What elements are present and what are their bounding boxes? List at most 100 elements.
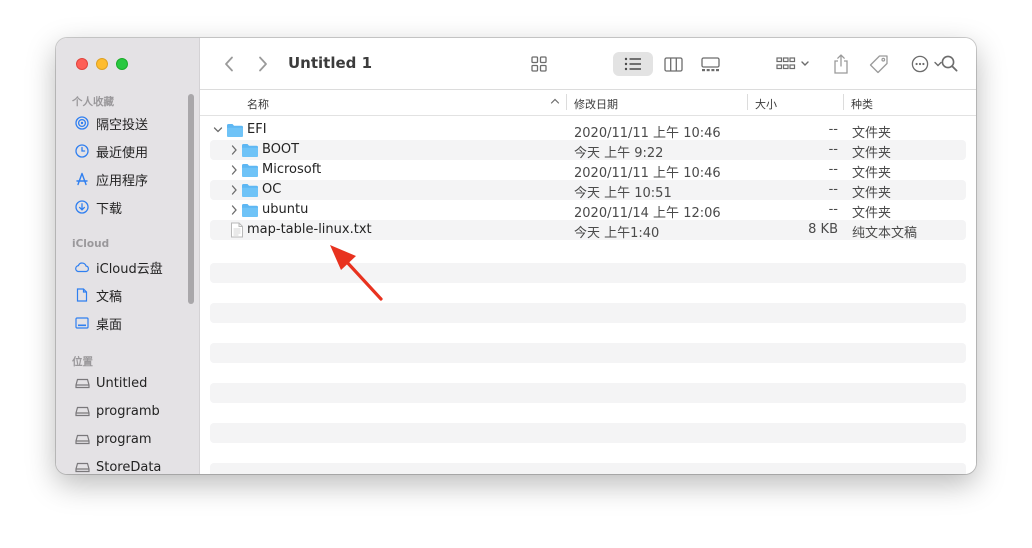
sidebar-item-storedata[interactable]: StoreData [74,457,194,474]
empty-row-stripe [210,303,966,323]
gallery-icon [700,56,720,71]
file-name: map-table-linux.txt [247,222,372,237]
minimize-button[interactable] [96,58,108,70]
file-name: OC [262,182,282,197]
folder-icon [242,164,258,177]
sidebar-item-label: 桌面 [96,317,123,333]
chevron-right-icon [259,56,267,72]
sidebar-item-untitled[interactable]: Untitled [74,373,194,393]
file-kind: 纯文本文稿 [852,226,918,241]
column-view-button[interactable] [660,52,686,76]
file-list: EFI 2020/11/11 上午 10:46 -- 文件夹 BOOT 今天 上… [210,120,966,241]
back-button[interactable] [220,52,238,76]
file-row-boot[interactable]: BOOT 今天 上午 9:22 -- 文件夹 [210,140,966,161]
file-row-microsoft[interactable]: Microsoft 2020/11/11 上午 10:46 -- 文件夹 [210,160,966,181]
grid-icon [531,56,547,72]
disk-icon [74,459,90,474]
tags-button[interactable] [868,52,890,76]
chevron-right-icon[interactable] [229,203,239,217]
sidebar-item-label: StoreData [96,459,162,475]
sidebar-item-label: Untitled [96,375,148,391]
sidebar-item-program[interactable]: program [74,429,194,449]
sidebar-item-applications[interactable]: 应用程序 [74,169,194,189]
icon-view-button[interactable] [526,52,552,76]
chevron-right-icon[interactable] [229,163,239,177]
sidebar-item-label: 下载 [96,201,123,217]
close-button[interactable] [76,58,88,70]
column-divider[interactable] [747,94,748,110]
applications-icon [74,171,90,187]
column-size-header[interactable]: 大小 [755,96,777,112]
sidebar-scrollbar[interactable] [188,94,194,304]
chevron-right-icon[interactable] [229,143,239,157]
download-icon [74,199,90,215]
empty-row-stripe [210,263,966,283]
sidebar-item-downloads[interactable]: 下载 [74,197,194,217]
file-kind: 文件夹 [852,206,892,221]
column-divider[interactable] [843,94,844,110]
file-row-ubuntu[interactable]: ubuntu 2020/11/14 上午 12:06 -- 文件夹 [210,200,966,221]
document-icon [74,287,90,303]
column-kind-header[interactable]: 种类 [851,96,873,112]
file-row-efi[interactable]: EFI 2020/11/11 上午 10:46 -- 文件夹 [210,120,966,141]
sidebar-item-icloud-drive[interactable]: iCloud云盘 [74,257,194,277]
column-name-header[interactable]: 名称 [247,96,269,112]
sidebar-item-label: 最近使用 [96,145,149,161]
file-date: 2020/11/11 上午 10:46 [574,126,721,141]
file-row-oc[interactable]: OC 今天 上午 10:51 -- 文件夹 [210,180,966,201]
ellipsis-circle-icon [911,55,942,73]
sidebar-item-recents[interactable]: 最近使用 [74,141,194,161]
favorites-section-title: 个人收藏 [72,96,114,108]
file-row-map-table-linux[interactable]: map-table-linux.txt 今天 上午1:40 8 KB 纯文本文稿 [210,220,966,241]
main-pane: Untitled 1 名称 修改日期 大小 种类 EFI 2020/11/11 … [200,38,976,474]
sidebar-item-label: iCloud云盘 [96,261,163,277]
sidebar-item-airdrop[interactable]: 隔空投送 [74,113,194,133]
file-size: -- [828,122,838,137]
file-date: 2020/11/11 上午 10:46 [574,166,721,181]
chevron-right-icon[interactable] [229,183,239,197]
list-icon [624,57,641,71]
zoom-button[interactable] [116,58,128,70]
chevron-down-icon[interactable] [213,123,223,137]
folder-icon [242,184,258,197]
folder-icon [242,204,258,217]
column-date-header[interactable]: 修改日期 [574,96,618,112]
disk-icon [74,375,90,391]
file-size: -- [828,162,838,177]
desktop-icon [74,315,90,331]
column-divider[interactable] [566,94,567,110]
file-name: EFI [247,122,267,137]
chevron-left-icon [225,56,233,72]
sidebar-item-desktop[interactable]: 桌面 [74,313,194,333]
share-button[interactable] [831,52,851,76]
empty-row-stripe [210,383,966,403]
share-icon [834,54,848,74]
file-size: -- [828,182,838,197]
sort-chevron-up-icon[interactable] [550,95,560,108]
finder-window: 个人收藏 隔空投送 最近使用 应用程序 下载 iCloud iCloud云盘 文… [56,38,976,474]
locations-section-title: 位置 [72,356,93,368]
group-button[interactable] [774,52,814,76]
file-name: Microsoft [262,162,322,177]
sidebar-item-label: 隔空投送 [96,117,149,133]
empty-row-stripe [210,423,966,443]
gallery-view-button[interactable] [697,52,723,76]
file-date: 今天 上午1:40 [574,226,660,241]
folder-icon [242,144,258,157]
empty-row-stripe [210,343,966,363]
file-date: 2020/11/14 上午 12:06 [574,206,721,221]
forward-button[interactable] [254,52,272,76]
clock-icon [74,143,90,159]
column-header: 名称 修改日期 大小 种类 [200,90,976,116]
icloud-section-title: iCloud [72,238,110,250]
empty-row-stripe [210,463,966,474]
disk-icon [74,403,90,419]
search-icon[interactable] [941,55,958,72]
sidebar-item-programb[interactable]: programb [74,401,194,421]
file-size: 8 KB [808,222,838,237]
sidebar-item-documents[interactable]: 文稿 [74,285,194,305]
columns-icon [663,56,683,72]
file-kind: 文件夹 [852,146,892,161]
list-view-button[interactable] [613,52,653,76]
folder-icon [227,124,243,137]
